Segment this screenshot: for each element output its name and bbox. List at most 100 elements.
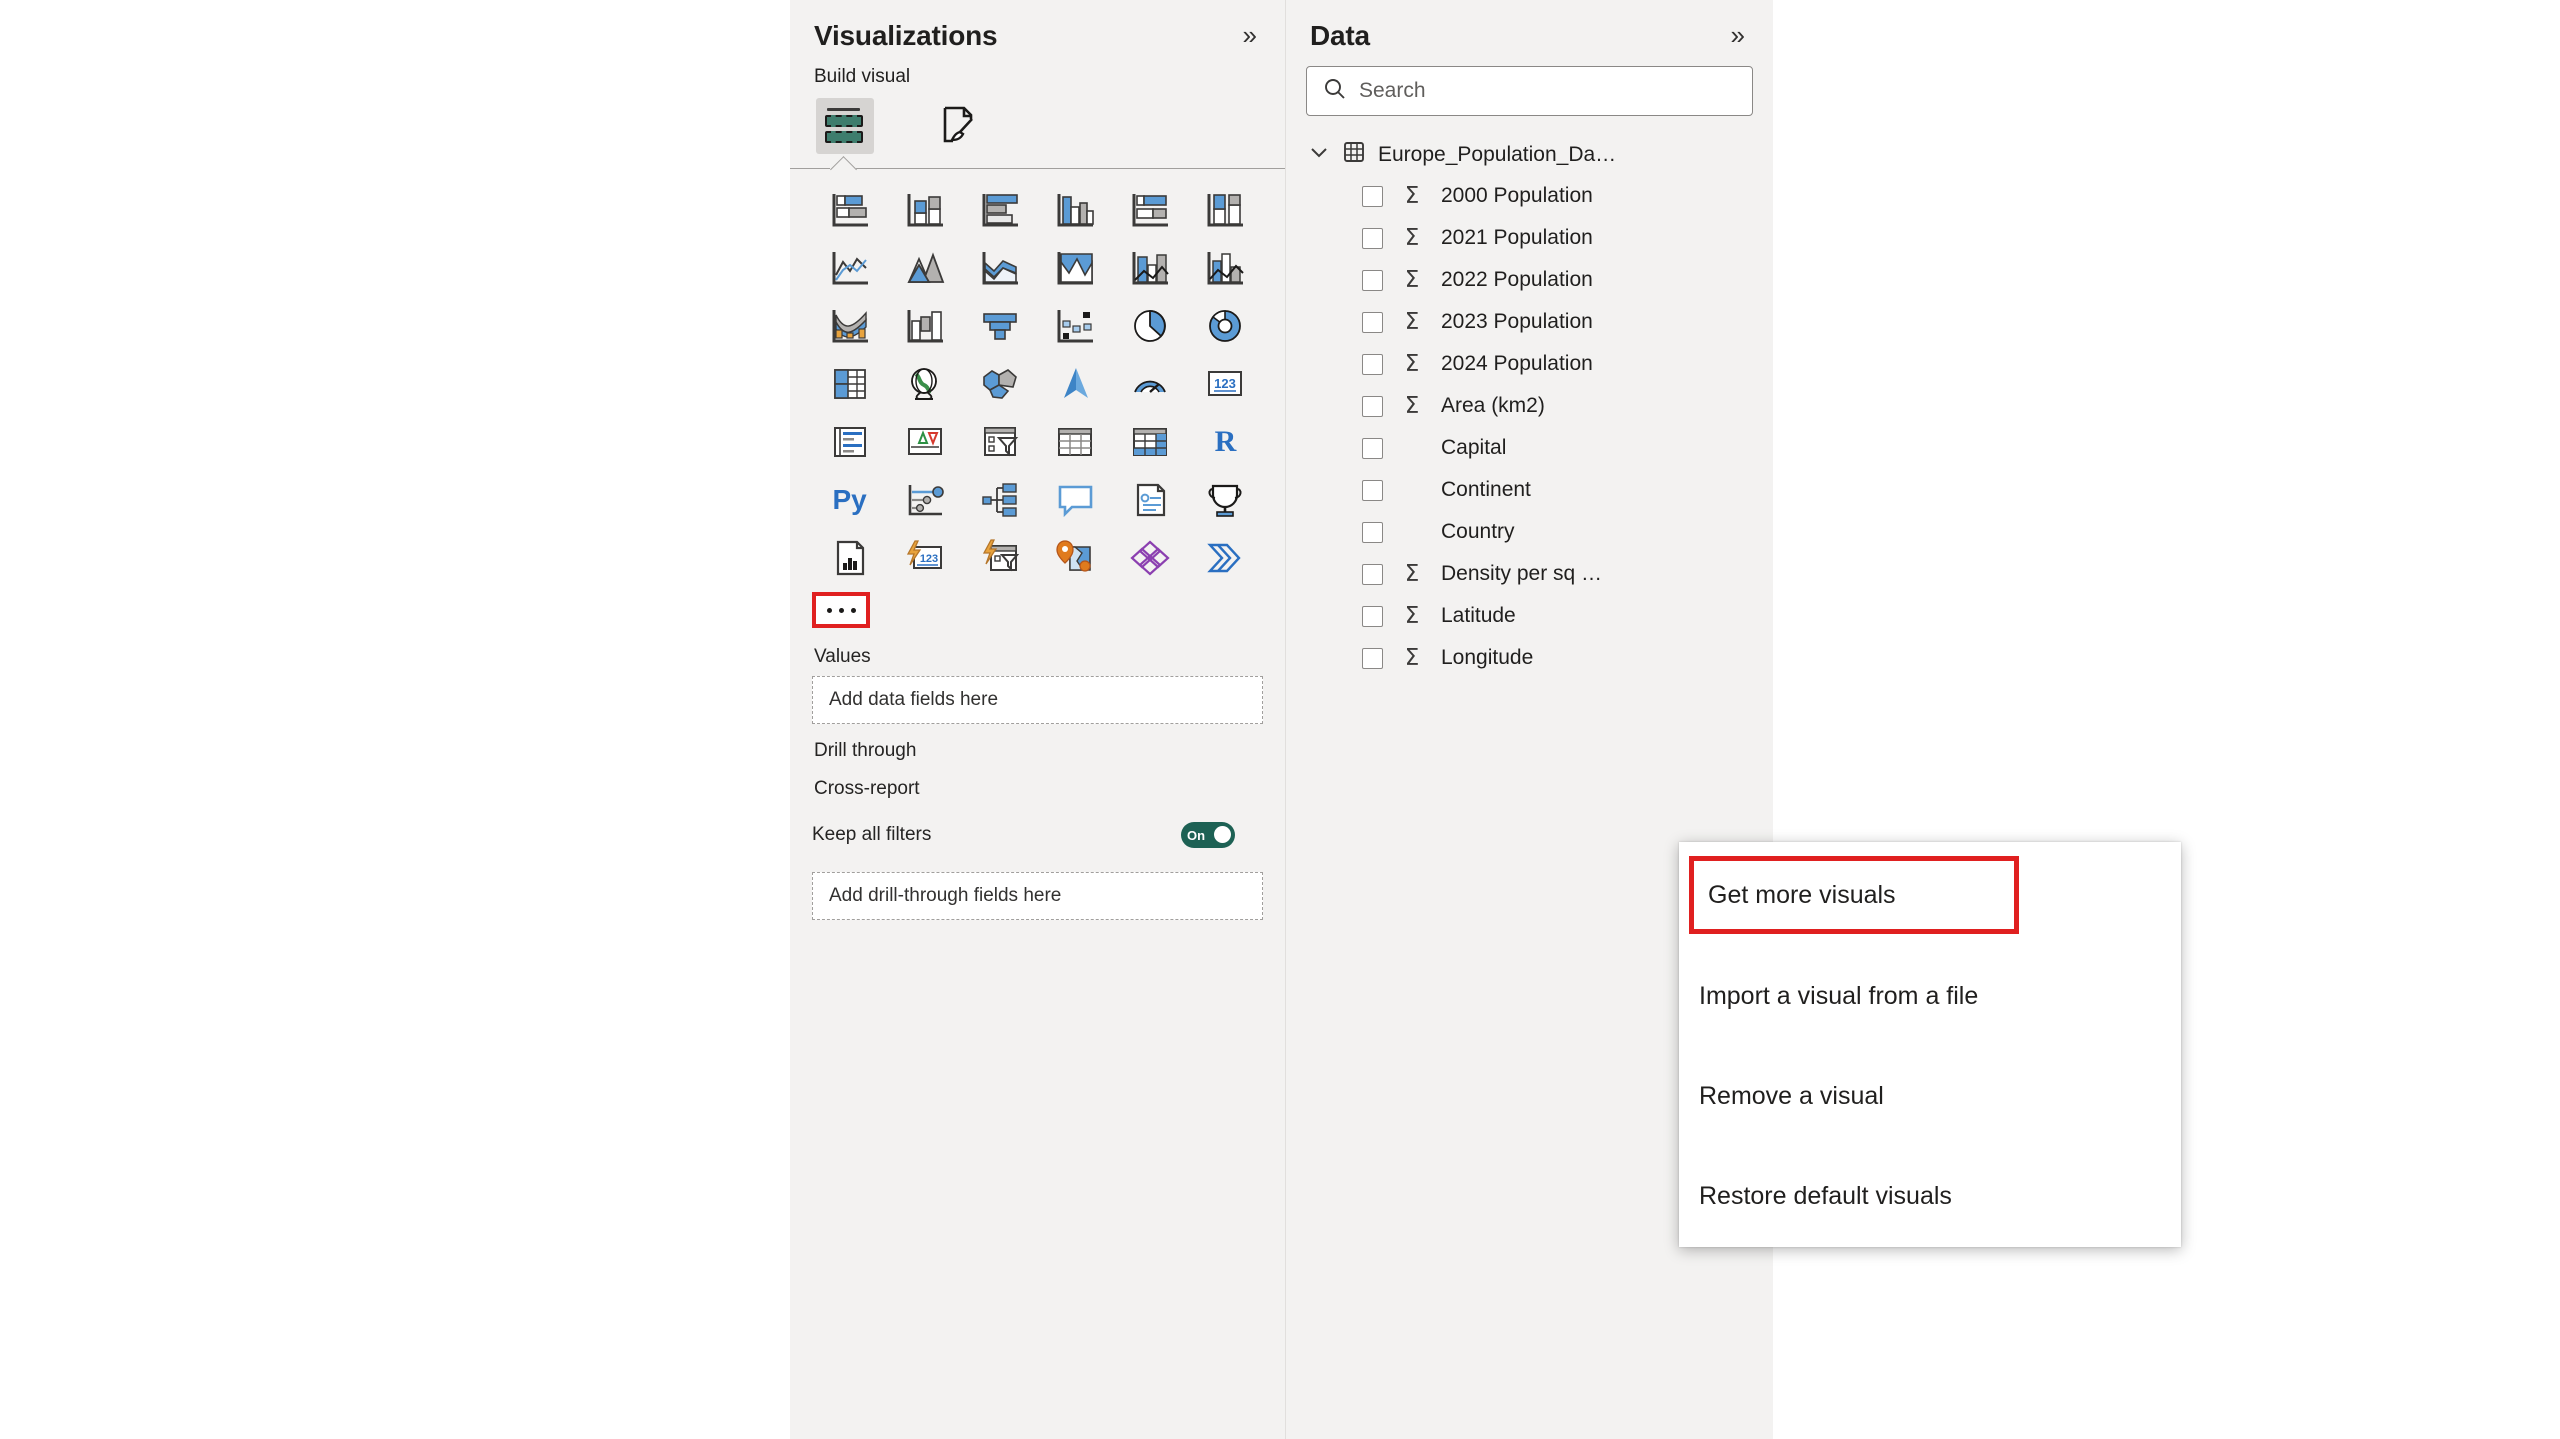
keep-all-filters-toggle[interactable]: On [1181, 822, 1235, 848]
field-row-2022-population[interactable]: Σ 2022 Population [1286, 259, 1773, 301]
visual-type-table[interactable] [1037, 420, 1112, 464]
field-checkbox[interactable] [1362, 269, 1383, 291]
visual-type-power-automate[interactable] [962, 536, 1037, 580]
field-row-longitude[interactable]: Σ Longitude [1286, 637, 1773, 679]
table-name: Europe_Population_Da… [1378, 142, 1617, 166]
visual-type-narrative[interactable] [1113, 478, 1188, 522]
visual-type-kpi[interactable] [887, 420, 962, 464]
sum-aggregate-icon: Σ [1404, 182, 1420, 209]
visual-type-qa-visual[interactable] [1037, 478, 1112, 522]
menu-item-get-more-visuals[interactable]: Get more visuals [1689, 856, 2019, 934]
collapse-data-icon[interactable]: » [1727, 20, 1749, 50]
well-label-drill-through: Drill through [814, 740, 917, 761]
visual-type-line-and-stacked-column-chart[interactable] [1113, 246, 1188, 290]
field-row-country[interactable]: Σ Country [1286, 511, 1773, 553]
visual-type-donut-chart[interactable] [1188, 304, 1263, 348]
chevron-down-icon[interactable] [1308, 141, 1330, 168]
field-label: 2024 Population [1441, 352, 1593, 375]
visual-type-100-percent-stacked-bar-chart[interactable] [1113, 188, 1188, 232]
search-input[interactable]: Search [1306, 66, 1753, 116]
field-label: 2022 Population [1441, 268, 1593, 291]
field-row-continent[interactable]: Σ Continent [1286, 469, 1773, 511]
toggle-state-label: On [1187, 827, 1206, 843]
visual-type-funnel-chart[interactable] [962, 304, 1037, 348]
field-checkbox[interactable] [1362, 311, 1383, 333]
field-label: Density per sq … [1441, 562, 1603, 585]
field-checkbox[interactable] [1362, 479, 1383, 501]
field-row-capital[interactable]: Σ Capital [1286, 427, 1773, 469]
field-row-2021-population[interactable]: Σ 2021 Population [1286, 217, 1773, 259]
visual-type-paginated-report[interactable] [812, 536, 887, 580]
field-checkbox[interactable] [1362, 395, 1383, 417]
field-row-area-km2[interactable]: Σ Area (km2) [1286, 385, 1773, 427]
field-checkbox[interactable] [1362, 185, 1383, 207]
field-row-2000-population[interactable]: Σ 2000 Population [1286, 175, 1773, 217]
visual-type-slicer[interactable] [962, 420, 1037, 464]
visual-type-stacked-bar-chart[interactable] [812, 188, 887, 232]
visual-type-scatter-chart[interactable] [1037, 304, 1112, 348]
field-checkbox[interactable] [1362, 353, 1383, 375]
field-label: 2023 Population [1441, 310, 1593, 333]
drill-through-dropzone[interactable]: Add drill-through fields here [812, 872, 1263, 920]
visual-type-map[interactable] [887, 362, 962, 406]
menu-item-restore-default-visuals[interactable]: Restore default visuals [1679, 1146, 2181, 1246]
page-title-visualizations: Visualizations [814, 20, 998, 51]
sum-aggregate-icon: Σ [1404, 350, 1420, 377]
visual-type-multi-row-card[interactable] [812, 420, 887, 464]
visual-type-clustered-column-chart[interactable] [1037, 188, 1112, 232]
field-checkbox[interactable] [1362, 647, 1383, 669]
field-label: Area (km2) [1441, 394, 1545, 417]
field-checkbox[interactable] [1362, 521, 1383, 543]
visual-type-waterfall-chart[interactable] [887, 304, 962, 348]
visual-type-azure-machine-learning[interactable] [1113, 536, 1188, 580]
visual-type-python-visual[interactable]: Py [812, 478, 887, 522]
visual-type-stacked-column-chart[interactable] [887, 188, 962, 232]
table-node-europe-population-data[interactable]: Europe_Population_Da… [1286, 134, 1773, 175]
visual-type-r-script-visual[interactable]: R [1188, 420, 1263, 464]
visual-type-ribbon-chart[interactable] [812, 304, 887, 348]
visual-type-card[interactable]: 123 [1188, 362, 1263, 406]
field-row-2024-population[interactable]: Σ 2024 Population [1286, 343, 1773, 385]
visual-type-decomposition-tree[interactable] [962, 478, 1037, 522]
field-checkbox[interactable] [1362, 563, 1383, 585]
sum-aggregate-icon: Σ [1404, 308, 1420, 335]
field-row-2023-population[interactable]: Σ 2023 Population [1286, 301, 1773, 343]
field-row-density-per-sq[interactable]: Σ Density per sq … [1286, 553, 1773, 595]
toggle-knob [1214, 826, 1231, 843]
search-wrap: Search [1286, 52, 1773, 116]
visual-type-power-apps[interactable]: 123 [887, 536, 962, 580]
visual-type-clustered-bar-chart[interactable] [962, 188, 1037, 232]
visual-type-line-and-stacked-column-chart-alt[interactable] [1037, 246, 1112, 290]
visual-type-line-chart[interactable] [812, 246, 887, 290]
field-checkbox[interactable] [1362, 227, 1383, 249]
visual-type-key-influencers[interactable] [887, 478, 962, 522]
visual-type-treemap[interactable] [812, 362, 887, 406]
menu-item-remove-a-visual[interactable]: Remove a visual [1679, 1046, 2181, 1146]
field-checkbox[interactable] [1362, 437, 1383, 459]
field-checkbox[interactable] [1362, 605, 1383, 627]
visual-type-matrix[interactable] [1113, 420, 1188, 464]
field-label: Latitude [1441, 604, 1516, 627]
visual-type-gauge-chart[interactable] [1113, 362, 1188, 406]
visual-type-area-chart[interactable] [887, 246, 962, 290]
visual-type-stacked-area-chart[interactable] [962, 246, 1037, 290]
more-options-button[interactable] [812, 592, 870, 628]
visual-type-100-percent-stacked-column-chart[interactable] [1188, 188, 1263, 232]
tab-build-visual[interactable] [816, 98, 874, 154]
values-dropzone[interactable]: Add data fields here [812, 676, 1263, 724]
sum-aggregate-icon: Σ [1404, 266, 1420, 293]
visual-type-arcgis-maps[interactable] [1037, 536, 1112, 580]
visual-type-metrics[interactable] [1188, 478, 1263, 522]
tab-format-visual[interactable] [930, 98, 988, 154]
dot-icon [826, 607, 832, 613]
field-label: Continent [1441, 478, 1531, 501]
visual-type-powerpoint-visual[interactable] [1188, 536, 1263, 580]
collapse-visualizations-icon[interactable]: » [1239, 20, 1261, 50]
field-row-latitude[interactable]: Σ Latitude [1286, 595, 1773, 637]
field-label: 2021 Population [1441, 226, 1593, 249]
visual-type-pie-chart[interactable] [1113, 304, 1188, 348]
visual-type-line-and-clustered-column-chart[interactable] [1188, 246, 1263, 290]
menu-item-import-a-visual-from-a-file[interactable]: Import a visual from a file [1679, 946, 2181, 1046]
visual-type-azure-map[interactable] [1037, 362, 1112, 406]
visual-type-filled-map[interactable] [962, 362, 1037, 406]
